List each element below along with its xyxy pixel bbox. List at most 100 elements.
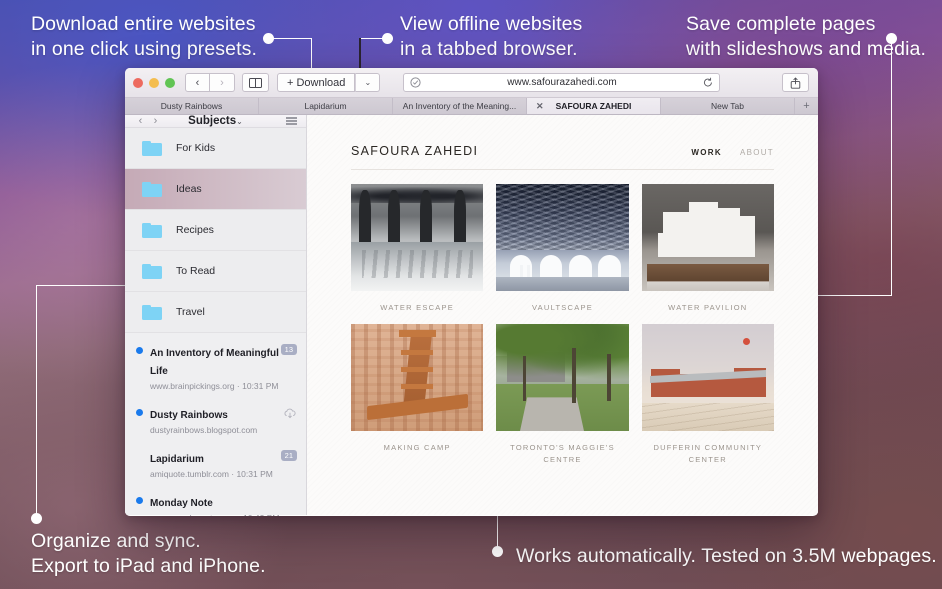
reload-icon[interactable]: [703, 77, 713, 88]
folder-label: Travel: [176, 306, 205, 318]
project-caption: VAULTSCAPE: [531, 303, 593, 312]
promo-screenshot: Download entire websites in one click us…: [0, 0, 942, 589]
nav-link-work[interactable]: WORK: [691, 148, 722, 157]
tab-label: An Inventory of the Meaning...: [402, 101, 517, 111]
tab-label: New Tab: [711, 101, 744, 111]
project-card-vaultscape[interactable]: VAULTSCAPE: [496, 184, 629, 324]
bookmarks-button[interactable]: [242, 73, 269, 92]
sidebar-folder-recipes[interactable]: Recipes: [125, 210, 306, 251]
tab-dusty-rainbows[interactable]: Dusty Rainbows: [125, 98, 259, 114]
share-button[interactable]: [782, 73, 809, 92]
unread-dot: [136, 346, 143, 354]
folder-label: Recipes: [176, 224, 214, 236]
callout-text-download-presets: Download entire websites in one click us…: [31, 13, 257, 60]
feed-list: An Inventory of Meaningful Life www.brai…: [125, 333, 306, 516]
feed-text: Monday Note www.mondaynote.com · 10:42 P…: [150, 493, 297, 516]
feed-subtitle: www.brainpickings.org · 10:31 PM: [150, 381, 279, 391]
project-card-dufferin-community[interactable]: DUFFERIN COMMUNITY CENTER: [641, 324, 774, 476]
sidebar: ‹ › Subjects⌄ For Kids Ideas Recipes To …: [125, 115, 307, 516]
folder-icon: [142, 181, 162, 197]
project-thumbnail: [351, 324, 484, 431]
book-icon: [249, 77, 262, 88]
sidebar-title-text: Subjects: [188, 115, 237, 127]
callout-line-3-v: [891, 38, 893, 296]
list-item[interactable]: Lapidarium amiquote.tumblr.com · 10:31 P…: [125, 443, 306, 487]
app-window: ‹ › + Download ⌄ www.safourazahedi.com D…: [125, 68, 818, 516]
callout-line-1-h: [274, 38, 312, 40]
folder-icon: [142, 304, 162, 320]
folder-label: For Kids: [176, 142, 216, 154]
folder-icon: [142, 140, 162, 156]
callout-dot-4: [31, 513, 42, 524]
project-card-water-escape[interactable]: WATER ESCAPE: [351, 184, 484, 324]
project-caption: DUFFERIN COMMUNITY CENTER: [653, 443, 763, 464]
tab-lapidarium[interactable]: Lapidarium: [259, 98, 393, 114]
project-thumbnail: [496, 324, 629, 431]
tab-label: Lapidarium: [304, 101, 347, 111]
callout-dot-1: [263, 33, 274, 44]
shield-check-icon: [410, 77, 421, 88]
folder-label: Ideas: [176, 183, 202, 195]
tab-new-tab[interactable]: New Tab: [661, 98, 795, 114]
project-thumbnail: [496, 184, 629, 291]
download-presets-dropdown[interactable]: ⌄: [355, 73, 381, 92]
project-card-water-pavilion[interactable]: WATER PAVILION: [641, 184, 774, 324]
sidebar-folder-ideas[interactable]: Ideas: [125, 169, 306, 210]
project-thumbnail: [641, 184, 774, 291]
address-url-text: www.safourazahedi.com: [507, 77, 617, 88]
status-badge: 21: [280, 450, 297, 461]
cloud-download-icon[interactable]: [283, 406, 297, 424]
tab-label: SAFOURA ZAHEDI: [555, 101, 632, 111]
address-bar[interactable]: www.safourazahedi.com: [403, 73, 720, 92]
zoom-window-button[interactable]: [165, 77, 175, 88]
minimize-window-button[interactable]: [149, 77, 159, 88]
sidebar-folder-to-read[interactable]: To Read: [125, 251, 306, 292]
nav-button-group: ‹ ›: [185, 73, 235, 92]
sidebar-header: ‹ › Subjects⌄: [125, 115, 306, 128]
list-item[interactable]: Monday Note www.mondaynote.com · 10:42 P…: [125, 487, 306, 516]
project-card-maggies-centre[interactable]: TORONTO'S MAGGIE'S CENTRE: [496, 324, 629, 476]
feed-title: Monday Note: [150, 498, 213, 509]
callout-line-4-v: [36, 285, 38, 519]
folder-label: To Read: [176, 265, 216, 277]
sidebar-folder-for-kids[interactable]: For Kids: [125, 128, 306, 169]
list-item[interactable]: An Inventory of Meaningful Life www.brai…: [125, 337, 306, 399]
feed-subtitle: www.mondaynote.com · 10:42 PM: [150, 512, 297, 516]
callout-text-works-automatically: Works automatically. Tested on 3.5M webp…: [516, 545, 937, 567]
callout-dot-5: [492, 546, 503, 557]
project-caption: TORONTO'S MAGGIE'S CENTRE: [510, 443, 615, 464]
sidebar-forward-button[interactable]: ›: [148, 115, 163, 127]
feed-title: Lapidarium: [150, 454, 204, 465]
project-grid: WATER ESCAPE VAULTSCAPE WATER PAVILION M…: [351, 184, 774, 476]
nav-link-about[interactable]: ABOUT: [740, 148, 774, 157]
unread-dot: [136, 408, 143, 416]
site-nav: WORK ABOUT: [691, 148, 774, 157]
callout-dot-2: [382, 33, 393, 44]
forward-button[interactable]: ›: [210, 73, 235, 92]
tab-safoura-zahedi[interactable]: ✕ SAFOURA ZAHEDI: [527, 98, 661, 114]
tab-close-icon[interactable]: ✕: [536, 101, 544, 111]
folder-icon: [142, 222, 162, 238]
tab-an-inventory[interactable]: An Inventory of the Meaning...: [393, 98, 527, 114]
status-badge: 13: [280, 344, 297, 355]
sidebar-back-button[interactable]: ‹: [133, 115, 148, 127]
list-menu-icon[interactable]: [286, 117, 297, 125]
feed-text: Lapidarium amiquote.tumblr.com · 10:31 P…: [150, 449, 281, 481]
list-item[interactable]: Dusty Rainbows dustyrainbows.blogspot.co…: [125, 399, 306, 443]
feed-title: An Inventory of Meaningful Life: [150, 348, 279, 377]
new-tab-button[interactable]: +: [795, 98, 818, 114]
sidebar-folder-travel[interactable]: Travel: [125, 292, 306, 333]
project-card-making-camp[interactable]: MAKING CAMP: [351, 324, 484, 476]
unread-dot: [136, 496, 143, 504]
window-toolbar: ‹ › + Download ⌄ www.safourazahedi.com: [125, 68, 818, 98]
chevron-down-icon: ⌄: [364, 78, 372, 87]
forward-chevron-icon: ›: [220, 76, 224, 89]
feed-subtitle: dustyrainbows.blogspot.com: [150, 425, 258, 435]
project-thumbnail: [351, 184, 484, 291]
back-chevron-icon: ‹: [195, 76, 200, 89]
plus-icon: +: [803, 100, 810, 112]
back-button[interactable]: ‹: [185, 73, 210, 92]
download-button[interactable]: + Download: [277, 73, 356, 92]
close-window-button[interactable]: [133, 77, 143, 88]
tab-bar: Dusty Rainbows Lapidarium An Inventory o…: [125, 98, 818, 115]
